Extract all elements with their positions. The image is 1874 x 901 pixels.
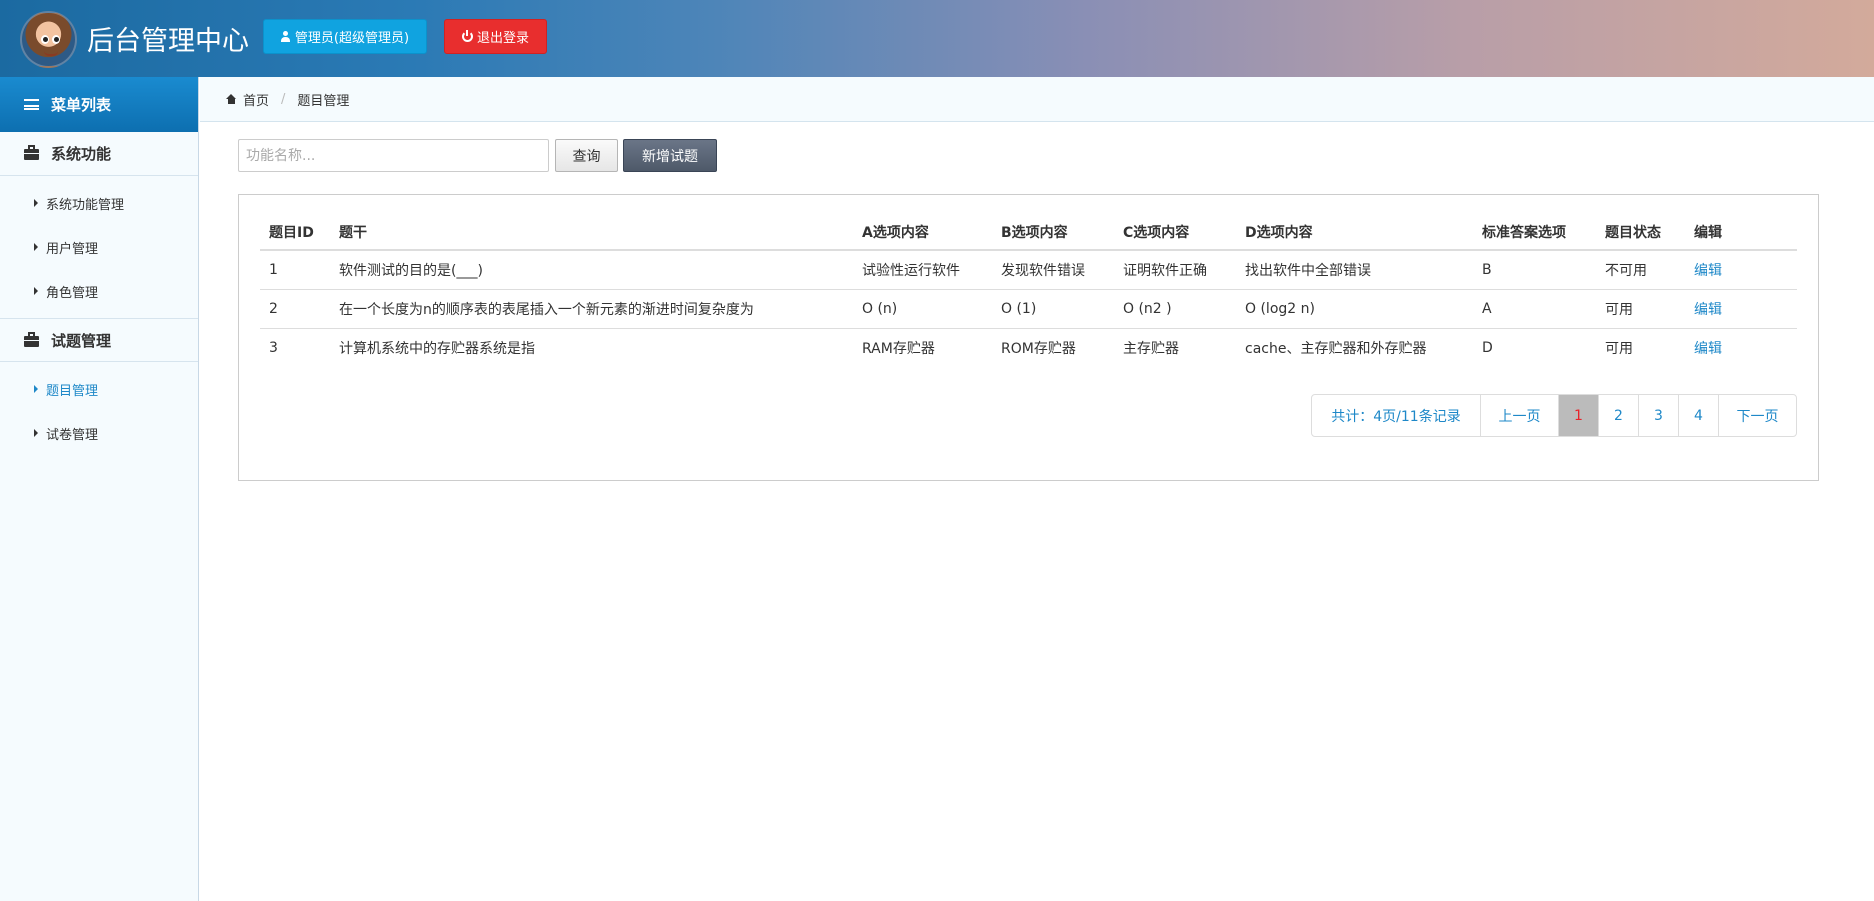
sidebar-item-label: 题目管理 — [46, 383, 99, 399]
table-cell: O (log2 n) — [1236, 289, 1473, 329]
app-title: 后台管理中心 — [87, 26, 249, 57]
sidebar-group-system[interactable]: 系统功能 — [0, 132, 198, 176]
column-header: 标准答案选项 — [1473, 215, 1596, 251]
question-table-panel: 题目ID 题干 A选项内容 B选项内容 C选项内容 D选项内容 标准答案选项 题… — [238, 194, 1819, 481]
breadcrumb-separator: / — [281, 91, 286, 107]
sidebar-item-label: 试卷管理 — [46, 427, 99, 443]
table-cell: 1 — [260, 250, 330, 290]
sidebar-item-paper-management[interactable]: 试卷管理 — [0, 411, 198, 455]
admin-button[interactable]: 管理员(超级管理员) — [263, 19, 427, 54]
table-cell: 证明软件正确 — [1114, 250, 1236, 290]
table-header-row: 题目ID 题干 A选项内容 B选项内容 C选项内容 D选项内容 标准答案选项 题… — [260, 215, 1797, 251]
caret-right-icon — [34, 199, 38, 207]
table-row: 3 计算机系统中的存贮器系统是指 RAM存贮器 ROM存贮器 主存贮器 cach… — [260, 328, 1797, 367]
list-icon — [24, 99, 39, 110]
table-cell: 找出软件中全部错误 — [1236, 250, 1473, 290]
table-cell: D — [1482, 339, 1493, 356]
column-header: 编辑 — [1685, 215, 1797, 251]
power-icon — [461, 30, 473, 42]
page-button[interactable]: 4 — [1678, 395, 1718, 436]
table-cell: RAM存贮器 — [862, 340, 935, 357]
table-cell: 主存贮器 — [1123, 340, 1179, 357]
edit-link[interactable]: 编辑 — [1685, 328, 1797, 367]
sidebar-item-label: 角色管理 — [46, 285, 99, 301]
table-cell: 不可用 — [1596, 250, 1685, 290]
table-cell: 可用 — [1605, 340, 1633, 357]
table-cell: 软件测试的目的是(___) — [330, 250, 853, 290]
sidebar-item-label: 用户管理 — [46, 241, 99, 257]
table-cell: ROM存贮器 — [1001, 340, 1076, 357]
breadcrumb-current: 题目管理 — [297, 93, 350, 109]
column-header: B选项内容 — [992, 215, 1114, 251]
sidebar-item-roles[interactable]: 角色管理 — [0, 269, 198, 313]
page-button-current[interactable]: 1 — [1558, 395, 1598, 436]
query-button[interactable]: 查询 — [555, 139, 618, 172]
caret-right-icon — [34, 385, 38, 393]
table-cell: 可用 — [1596, 289, 1685, 329]
admin-button-label: 管理员(超级管理员) — [294, 31, 410, 46]
user-icon — [280, 31, 290, 42]
sidebar-item-system-functions[interactable]: 系统功能管理 — [0, 181, 198, 225]
table-cell: O (n) — [853, 289, 992, 329]
edit-link[interactable]: 编辑 — [1685, 289, 1797, 329]
table-cell: A — [1473, 289, 1596, 329]
avatar — [20, 11, 77, 68]
table-cell: 试验性运行软件 — [853, 250, 992, 290]
top-header: 后台管理中心 管理员(超级管理员) 退出登录 — [0, 0, 1874, 77]
logout-button-label: 退出登录 — [476, 31, 529, 46]
briefcase-icon — [24, 145, 39, 160]
sidebar-item-label: 系统功能管理 — [46, 197, 125, 213]
pagination-info: 共计：4页/11条记录 — [1331, 408, 1461, 425]
column-header: A选项内容 — [853, 215, 992, 251]
sidebar-group-questions[interactable]: 试题管理 — [0, 318, 198, 362]
search-input[interactable] — [238, 139, 549, 172]
question-table: 题目ID 题干 A选项内容 B选项内容 C选项内容 D选项内容 标准答案选项 题… — [260, 215, 1797, 367]
column-header: C选项内容 — [1114, 215, 1236, 251]
table-cell: O (1) — [992, 289, 1114, 329]
column-header: 题目状态 — [1596, 215, 1685, 251]
prev-page-button[interactable]: 上一页 — [1480, 395, 1558, 436]
add-question-button[interactable]: 新增试题 — [623, 139, 717, 172]
next-page-button[interactable]: 下一页 — [1718, 395, 1796, 436]
briefcase-icon — [24, 331, 39, 347]
table-cell: 在一个长度为n的顺序表的表尾插入一个新元素的渐进时间复杂度为 — [330, 289, 853, 329]
sidebar-item-question-management[interactable]: 题目管理 — [0, 367, 198, 411]
home-icon — [226, 94, 237, 104]
column-header: D选项内容 — [1236, 215, 1473, 251]
pagination: 共计：4页/11条记录 上一页 1 2 3 4 下一页 — [1311, 394, 1797, 437]
table-cell: O (n2 ) — [1114, 289, 1236, 329]
sidebar-group-label: 系统功能 — [51, 145, 112, 163]
edit-link[interactable]: 编辑 — [1685, 250, 1797, 290]
table-cell: 3 — [269, 339, 278, 356]
page-button[interactable]: 3 — [1638, 395, 1678, 436]
sidebar-item-users[interactable]: 用户管理 — [0, 225, 198, 269]
menu-list-title: 菜单列表 — [51, 96, 112, 114]
table-row: 1 软件测试的目的是(___) 试验性运行软件 发现软件错误 证明软件正确 找出… — [260, 250, 1797, 290]
breadcrumb-home[interactable]: 首页 — [243, 90, 269, 109]
menu-list-header: 菜单列表 — [0, 77, 198, 132]
table-cell: 发现软件错误 — [992, 250, 1114, 290]
column-header: 题目ID — [260, 215, 330, 251]
table-cell: cache、主存贮器和外存贮器 — [1245, 340, 1427, 357]
caret-right-icon — [34, 429, 38, 437]
logout-button[interactable]: 退出登录 — [444, 19, 547, 54]
sidebar: 菜单列表 系统功能 系统功能管理 用户管理 角色管理 试题管理 题目管理 试卷管… — [0, 77, 199, 901]
table-cell: 2 — [260, 289, 330, 329]
breadcrumb: 首页 / 题目管理 — [200, 77, 1874, 122]
column-header: 题干 — [330, 215, 853, 251]
table-cell: 计算机系统中的存贮器系统是指 — [339, 340, 535, 357]
table-row: 2 在一个长度为n的顺序表的表尾插入一个新元素的渐进时间复杂度为 O (n) O… — [260, 289, 1797, 329]
table-cell: B — [1473, 250, 1596, 290]
caret-right-icon — [34, 243, 38, 251]
sidebar-group-label: 试题管理 — [51, 331, 112, 350]
caret-right-icon — [34, 287, 38, 295]
page-button[interactable]: 2 — [1598, 395, 1638, 436]
